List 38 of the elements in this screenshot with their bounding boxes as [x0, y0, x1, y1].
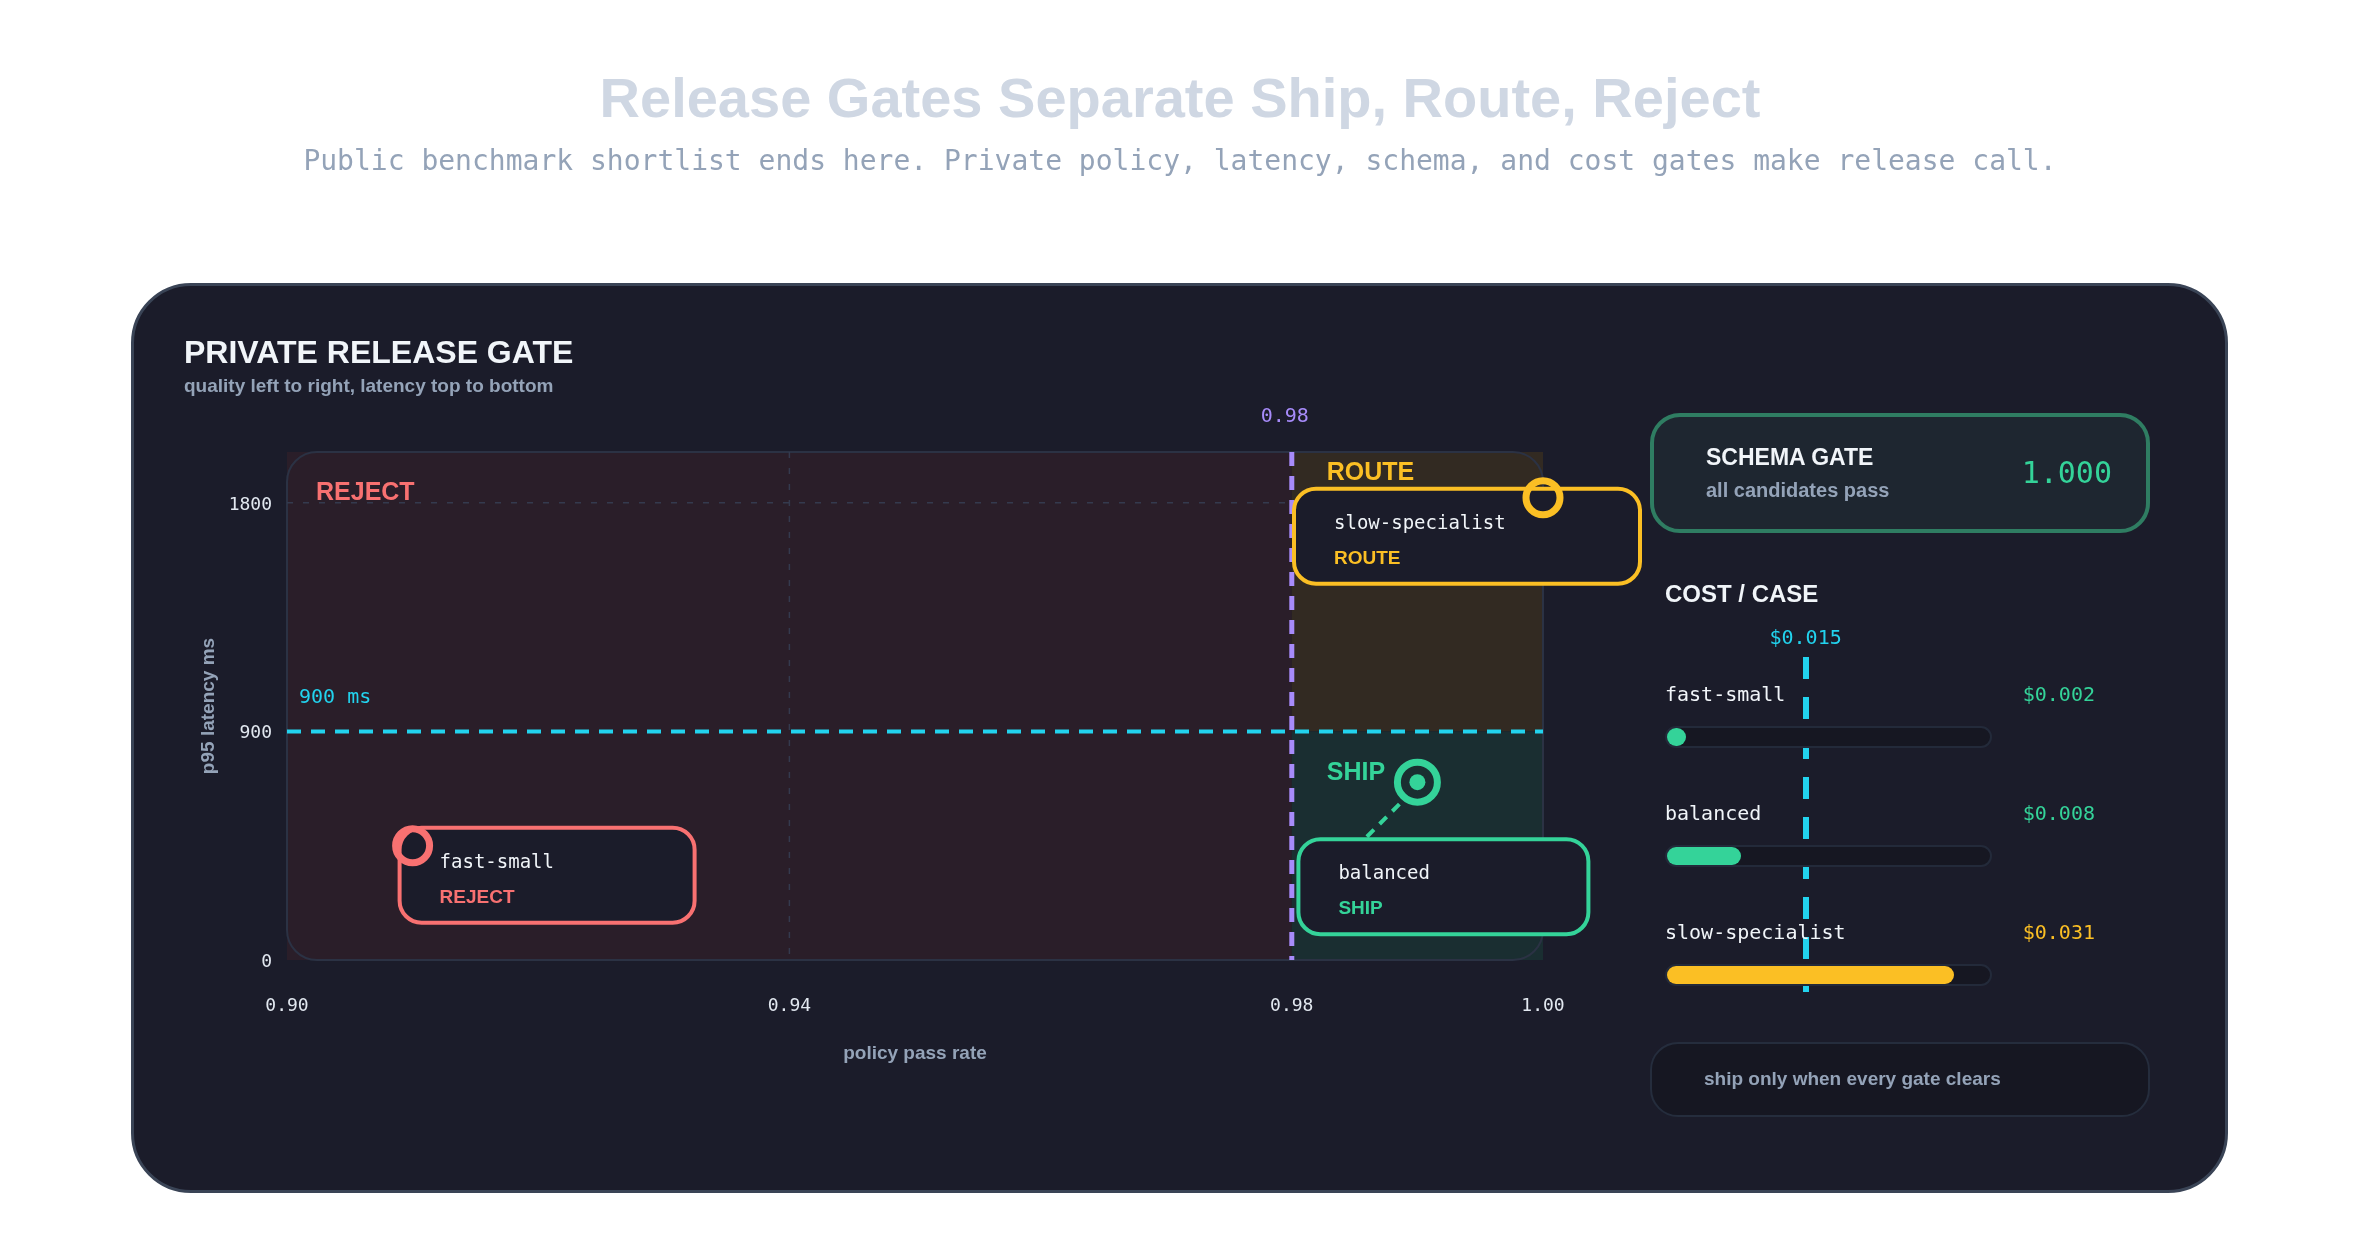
page-subtitle: Public benchmark shortlist ends here. Private policy, latency, schema, and cost gates make release call.: [302, 144, 2058, 178]
y-tick-label: 0: [261, 949, 272, 971]
zone-label: ROUTE: [1326, 456, 1415, 485]
x-axis-title: policy pass rate: [843, 1041, 987, 1063]
x-tick-label: 0.94: [767, 993, 812, 1015]
candidate-name: fast-small: [1665, 681, 1786, 706]
y-tick-label: 1800: [228, 492, 272, 514]
zone-label: REJECT: [316, 476, 415, 505]
verdict-label: ROUTE: [1334, 546, 1401, 568]
data-point: [1522, 477, 1564, 519]
candidate-name: balanced: [1665, 800, 1762, 825]
candidate-name: balanced: [1338, 861, 1430, 884]
zone-label: SHIP: [1326, 757, 1386, 786]
cost-value: $0.031: [2022, 919, 2095, 944]
quality-threshold-label: 0.98: [1260, 402, 1309, 427]
candidate-name: fast-small: [439, 849, 554, 872]
schema-gate-score: 1.000: [2021, 455, 2112, 491]
data-point: [392, 825, 434, 867]
note-text: ship only when every gate clears: [1704, 1068, 2001, 1091]
cost-value: $0.008: [2022, 800, 2095, 825]
data-point: [1393, 758, 1441, 806]
schema-gate-title: SCHEMA GATE: [1706, 443, 1875, 471]
x-tick-label: 0.90: [265, 993, 309, 1015]
cost-value: $0.002: [2022, 681, 2095, 706]
cost-title: COST / CASE: [1665, 578, 1820, 609]
latency-threshold-label: 900 ms: [299, 684, 372, 709]
y-axis-title: p95 latency ms: [197, 637, 218, 775]
verdict-label: REJECT: [439, 885, 515, 907]
candidate-name: slow-specialist: [1334, 510, 1506, 533]
budget-label: $0.015: [1769, 624, 1842, 649]
schema-gate-subtitle: all candidates pass: [1706, 478, 1890, 502]
panel-title: PRIVATE RELEASE GATE: [184, 332, 575, 372]
panel-subtitle: quality left to right, latency top to bottom: [184, 375, 555, 398]
y-tick-label: 900: [239, 721, 272, 743]
verdict-label: SHIP: [1338, 897, 1383, 919]
x-tick-label: 1.00: [1521, 993, 1565, 1015]
x-tick-label: 0.98: [1270, 993, 1314, 1015]
candidate-name: slow-specialist: [1665, 919, 1846, 944]
